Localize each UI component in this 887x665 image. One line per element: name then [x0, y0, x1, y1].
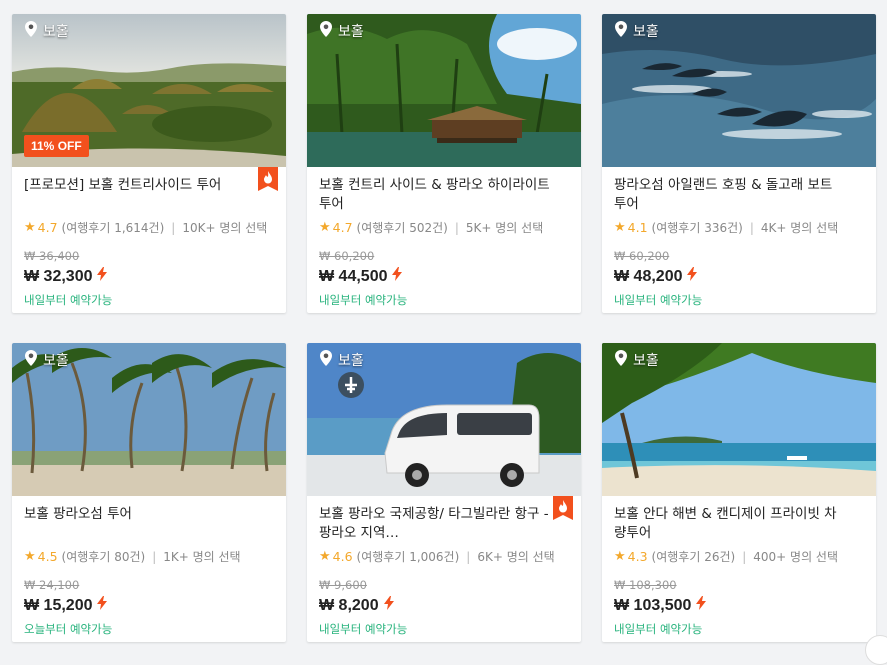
- divider: |: [455, 221, 459, 235]
- rating-row: ★ 4.1 (여행후기 336건) | 4K+ 명의 선택: [614, 219, 846, 236]
- location-text: 보홀: [338, 21, 364, 41]
- divider: |: [171, 221, 175, 235]
- location-text: 보홀: [338, 350, 364, 370]
- lightning-icon: [691, 596, 706, 615]
- sale-price-value: ₩ 32,300: [24, 268, 92, 286]
- product-title[interactable]: 팡라오섬 아일랜드 호핑 & 돌고래 보트 투어: [614, 176, 846, 214]
- sale-price: ₩ 32,300: [24, 267, 112, 286]
- review-count: (여행후기 1,614건): [62, 219, 165, 236]
- location-label: 보홀: [319, 21, 364, 41]
- location-label: 보홀: [24, 350, 69, 370]
- sale-price-value: ₩ 44,500: [319, 268, 387, 286]
- divider: |: [742, 550, 746, 564]
- original-price: ₩ 9,600: [319, 578, 407, 592]
- product-card[interactable]: 보홀 보홀 컨트리 사이드 & 팡라오 하이라이트 투어 ★ 4.7 (여행후기…: [307, 14, 581, 313]
- chosen-count: 400+ 명의 선택: [753, 548, 838, 565]
- sale-price-value: ₩ 15,200: [24, 597, 92, 615]
- star-icon: ★: [319, 549, 331, 564]
- chosen-count: 4K+ 명의 선택: [761, 219, 838, 236]
- rating-row: ★ 4.5 (여행후기 80건) | 1K+ 명의 선택: [24, 548, 256, 565]
- location-label: 보홀: [614, 350, 659, 370]
- location-text: 보홀: [633, 21, 659, 41]
- product-title[interactable]: [프로모션] 보홀 컨트리사이드 투어: [24, 176, 256, 214]
- divider: |: [152, 550, 156, 564]
- rating-value: 4.7: [333, 220, 353, 235]
- product-title[interactable]: 보홀 팡라오섬 투어: [24, 505, 256, 543]
- review-count: (여행후기 336건): [652, 219, 743, 236]
- product-title[interactable]: 보홀 안다 해변 & 캔디제이 프라이빗 차량투어: [614, 505, 846, 543]
- product-title[interactable]: 보홀 팡라오 국제공항/ 타그빌라란 항구 - 팡라오 지역…: [319, 505, 551, 543]
- star-icon: ★: [614, 220, 626, 235]
- sale-price: ₩ 48,200: [614, 267, 702, 286]
- sale-price: ₩ 8,200: [319, 596, 407, 615]
- rating-row: ★ 4.7 (여행후기 502건) | 5K+ 명의 선택: [319, 219, 551, 236]
- original-price: ₩ 24,100: [24, 578, 112, 592]
- product-card[interactable]: 보홀 보홀 팡라오섬 투어 ★ 4.5 (여행후기 80건) | 1K+ 명의 …: [12, 343, 286, 642]
- original-price: ₩ 36,400: [24, 249, 112, 263]
- availability-text: 오늘부터 예약가능: [24, 621, 112, 637]
- original-price: ₩ 108,300: [614, 578, 706, 592]
- location-text: 보홀: [43, 350, 69, 370]
- sale-price: ₩ 44,500: [319, 267, 407, 286]
- chosen-count: 10K+ 명의 선택: [182, 219, 267, 236]
- product-title[interactable]: 보홀 컨트리 사이드 & 팡라오 하이라이트 투어: [319, 176, 551, 214]
- rating-value: 4.1: [628, 220, 648, 235]
- chosen-count: 1K+ 명의 선택: [163, 548, 240, 565]
- availability-text: 내일부터 예약가능: [24, 292, 112, 308]
- rating-row: ★ 4.3 (여행후기 26건) | 400+ 명의 선택: [614, 548, 846, 565]
- availability-text: 내일부터 예약가능: [319, 292, 407, 308]
- location-label: 보홀: [319, 350, 364, 370]
- location-label: 보홀: [614, 21, 659, 41]
- availability-text: 내일부터 예약가능: [614, 621, 706, 637]
- review-count: (여행후기 1,006건): [357, 548, 460, 565]
- divider: |: [750, 221, 754, 235]
- star-icon: ★: [24, 220, 36, 235]
- location-pin-icon: [24, 21, 43, 41]
- rating-value: 4.5: [38, 549, 58, 564]
- rating-value: 4.6: [333, 549, 353, 564]
- sale-price: ₩ 15,200: [24, 596, 112, 615]
- rating-value: 4.7: [38, 220, 58, 235]
- chosen-count: 5K+ 명의 선택: [466, 219, 543, 236]
- availability-text: 내일부터 예약가능: [614, 292, 702, 308]
- review-count: (여행후기 502건): [357, 219, 448, 236]
- review-count: (여행후기 26건): [652, 548, 736, 565]
- star-icon: ★: [614, 549, 626, 564]
- sale-price-value: ₩ 8,200: [319, 597, 379, 615]
- sale-price-value: ₩ 103,500: [614, 597, 691, 615]
- lightning-icon: [682, 267, 697, 286]
- product-card[interactable]: 보홀 보홀 팡라오 국제공항/ 타그빌라란 항구 - 팡라오 지역… ★ 4.6…: [307, 343, 581, 642]
- lightning-icon: [387, 267, 402, 286]
- location-pin-icon: [24, 350, 43, 370]
- product-card[interactable]: 보홀 팡라오섬 아일랜드 호핑 & 돌고래 보트 투어 ★ 4.1 (여행후기 …: [602, 14, 876, 313]
- location-pin-icon: [319, 350, 338, 370]
- rating-row: ★ 4.6 (여행후기 1,006건) | 6K+ 명의 선택: [319, 548, 551, 565]
- sale-price: ₩ 103,500: [614, 596, 706, 615]
- location-pin-icon: [614, 21, 633, 41]
- lightning-icon: [92, 596, 107, 615]
- location-text: 보홀: [633, 350, 659, 370]
- product-card[interactable]: 보홀 보홀 안다 해변 & 캔디제이 프라이빗 차량투어 ★ 4.3 (여행후기…: [602, 343, 876, 642]
- sale-price-value: ₩ 48,200: [614, 268, 682, 286]
- star-icon: ★: [24, 549, 36, 564]
- discount-badge: 11% OFF: [24, 135, 89, 157]
- original-price: ₩ 60,200: [319, 249, 407, 263]
- location-text: 보홀: [43, 21, 69, 41]
- location-pin-icon: [614, 350, 633, 370]
- scroll-to-top-button[interactable]: [865, 635, 887, 665]
- review-count: (여행후기 80건): [62, 548, 146, 565]
- original-price: ₩ 60,200: [614, 249, 702, 263]
- star-icon: ★: [319, 220, 331, 235]
- rating-row: ★ 4.7 (여행후기 1,614건) | 10K+ 명의 선택: [24, 219, 256, 236]
- divider: |: [466, 550, 470, 564]
- location-pin-icon: [319, 21, 338, 41]
- availability-text: 내일부터 예약가능: [319, 621, 407, 637]
- lightning-icon: [379, 596, 394, 615]
- location-label: 보홀: [24, 21, 69, 41]
- rating-value: 4.3: [628, 549, 648, 564]
- product-card[interactable]: 보홀 11% OFF [프로모션] 보홀 컨트리사이드 투어 ★ 4.7 (여행…: [12, 14, 286, 313]
- lightning-icon: [92, 267, 107, 286]
- chosen-count: 6K+ 명의 선택: [477, 548, 554, 565]
